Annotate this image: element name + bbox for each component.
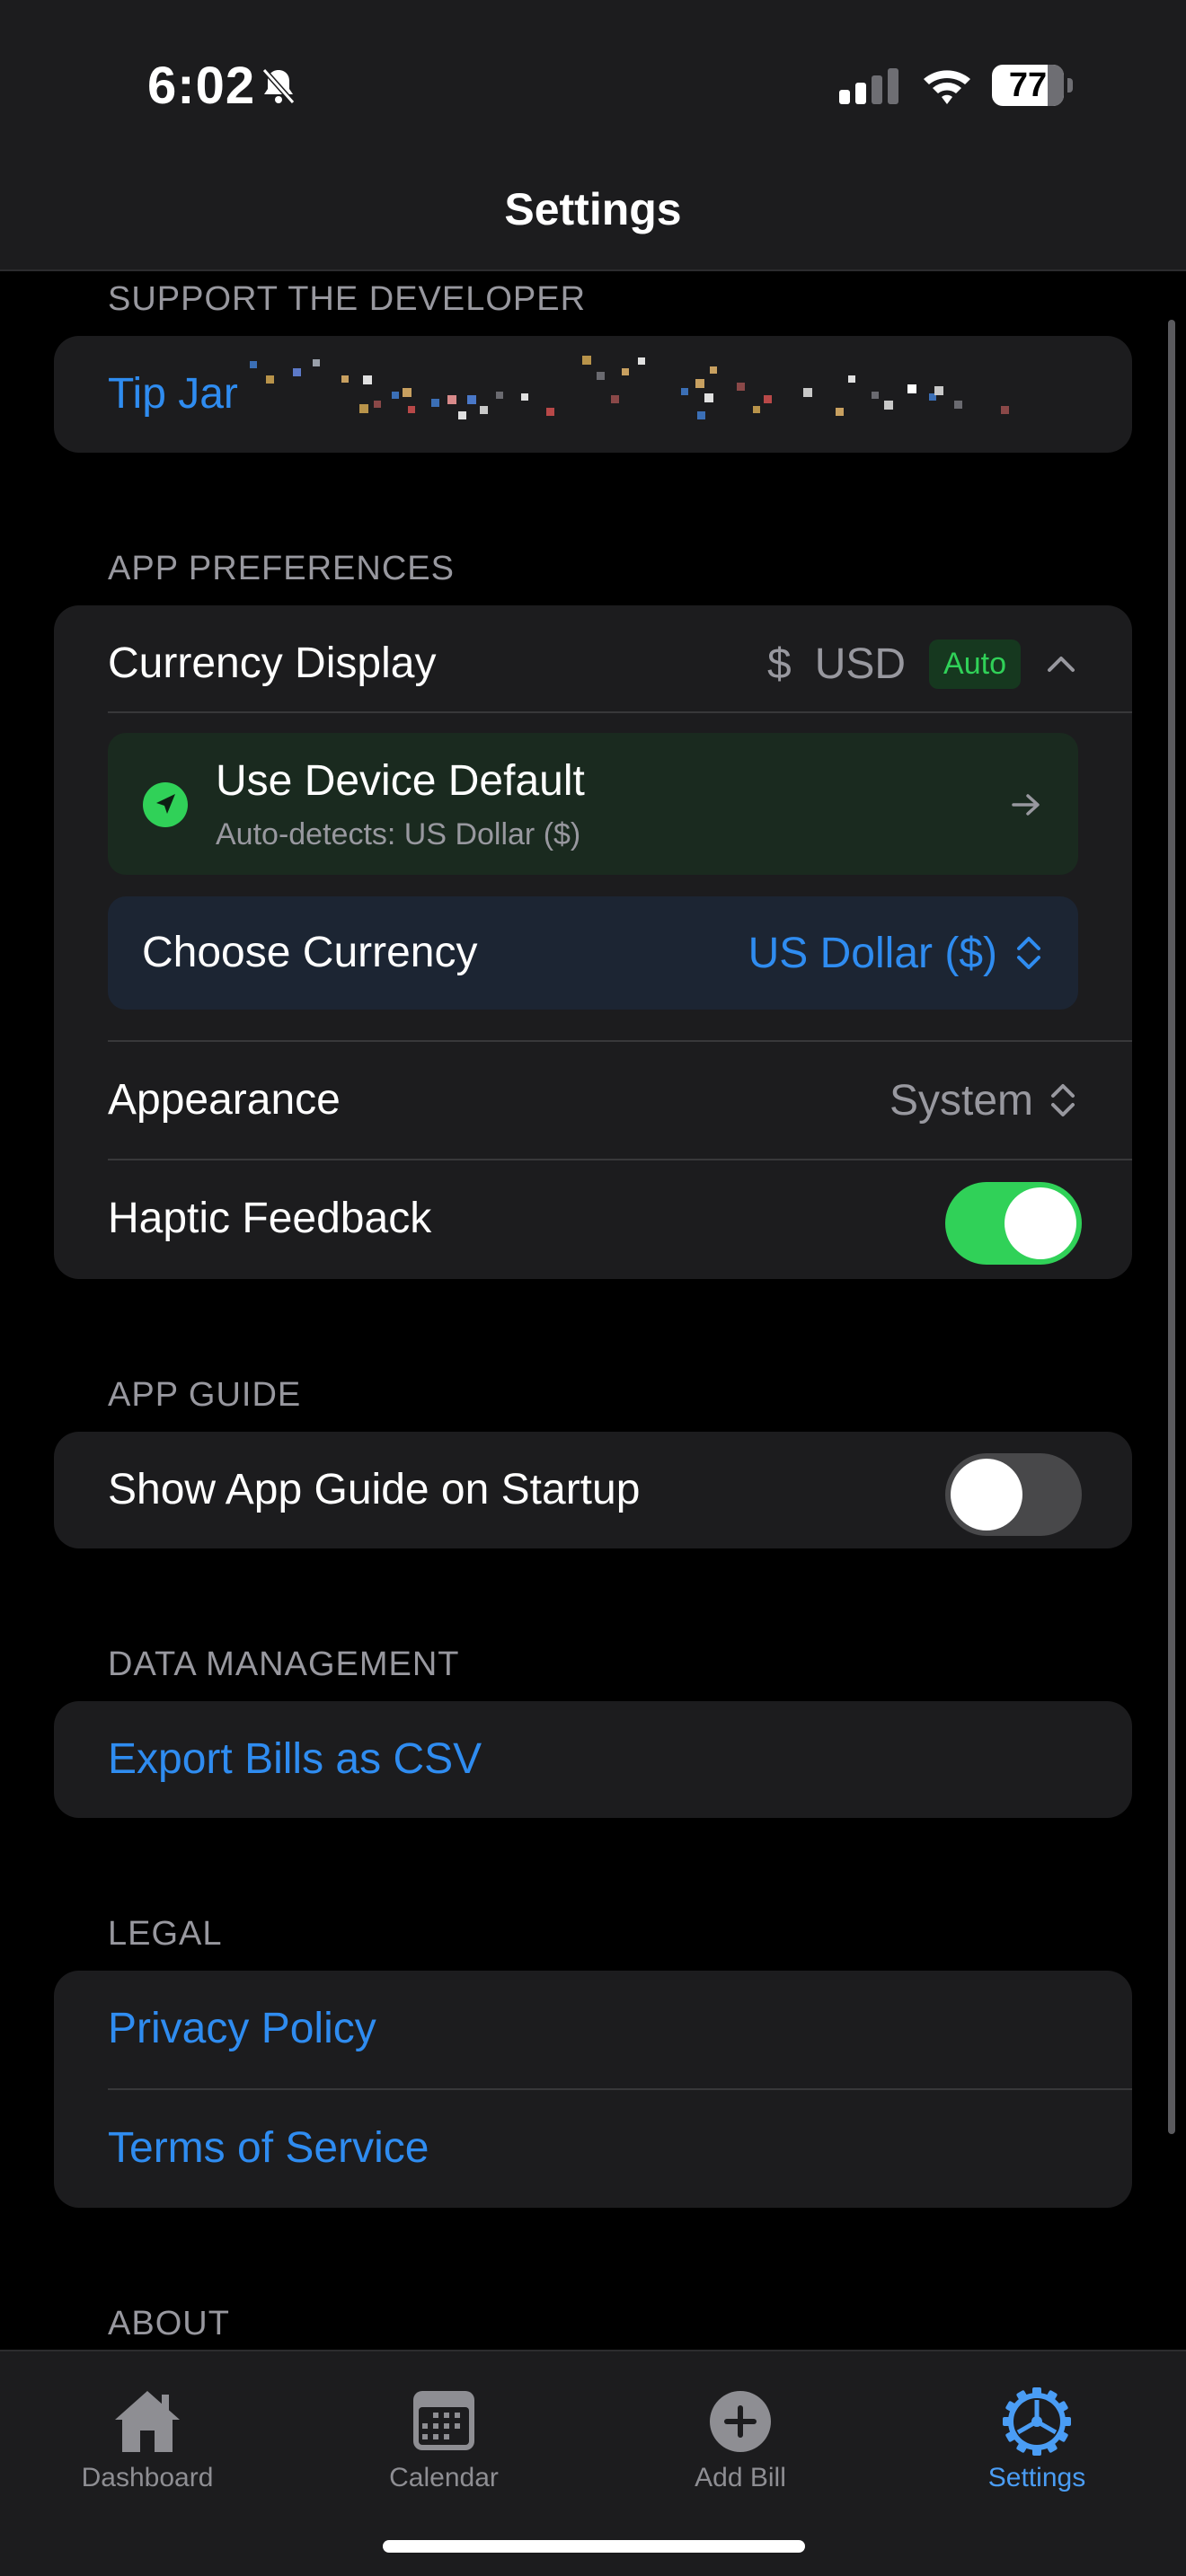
- device-default-subtitle: Auto-detects: US Dollar ($): [216, 817, 581, 851]
- legal-group: Privacy Policy Terms of Service: [54, 1971, 1132, 2208]
- support-group: Tip Jar: [54, 336, 1132, 453]
- choose-currency-label: Choose Currency: [142, 929, 478, 976]
- tip-jar-label: Tip Jar: [108, 370, 238, 418]
- preferences-group: Currency Display $ USD Auto Use Device D…: [54, 605, 1132, 1279]
- tab-settings[interactable]: Settings: [929, 2369, 1145, 2495]
- use-device-default-card[interactable]: Use Device Default Auto-detects: US Doll…: [108, 733, 1078, 875]
- guide-group: Show App Guide on Startup: [54, 1432, 1132, 1548]
- choose-currency-picker[interactable]: Choose Currency US Dollar ($): [108, 896, 1078, 1010]
- privacy-policy-label: Privacy Policy: [108, 2005, 376, 2052]
- wifi-icon: [924, 70, 970, 104]
- toggle-knob: [951, 1459, 1022, 1531]
- section-header-data: DATA MANAGEMENT: [108, 1645, 460, 1683]
- terms-of-service-row[interactable]: Terms of Service: [54, 2090, 1132, 2207]
- auto-badge: Auto: [929, 639, 1021, 689]
- separator: [108, 711, 1132, 713]
- tab-label: Add Bill: [695, 2463, 786, 2492]
- currency-code: USD: [814, 640, 907, 688]
- haptic-feedback-label: Haptic Feedback: [108, 1195, 432, 1242]
- calendar-icon: [413, 2391, 474, 2450]
- chevron-up-down-icon: [1051, 1084, 1075, 1116]
- cellular-signal-icon: [839, 68, 898, 104]
- top-bar: 6:02 77 Settings: [0, 0, 1186, 271]
- tab-label: Settings: [987, 2463, 1086, 2492]
- toggle-knob: [1005, 1187, 1076, 1259]
- terms-of-service-label: Terms of Service: [108, 2124, 429, 2172]
- show-guide-toggle[interactable]: [945, 1453, 1082, 1536]
- data-group: Export Bills as CSV: [54, 1701, 1132, 1818]
- appearance-selected: System: [889, 1076, 1033, 1125]
- gear-icon: [1003, 2387, 1071, 2456]
- show-guide-row: Show App Guide on Startup: [54, 1432, 1132, 1548]
- currency-display-row[interactable]: Currency Display $ USD Auto: [54, 605, 1132, 722]
- tab-add-bill[interactable]: Add Bill: [633, 2369, 848, 2495]
- chevron-up-down-icon: [1017, 937, 1040, 969]
- home-indicator[interactable]: [383, 2540, 805, 2553]
- haptic-feedback-toggle[interactable]: [945, 1182, 1082, 1265]
- export-csv-row[interactable]: Export Bills as CSV: [54, 1701, 1132, 1818]
- show-guide-label: Show App Guide on Startup: [108, 1466, 641, 1513]
- device-default-title: Use Device Default: [216, 757, 585, 805]
- scroll-indicator[interactable]: [1168, 320, 1175, 2134]
- plus-circle-icon: [710, 2391, 771, 2452]
- appearance-label: Appearance: [108, 1076, 341, 1124]
- section-header-guide: APP GUIDE: [108, 1376, 302, 1414]
- section-header-support: SUPPORT THE DEVELOPER: [108, 280, 587, 318]
- tab-dashboard[interactable]: Dashboard: [40, 2369, 255, 2495]
- appearance-row[interactable]: Appearance System: [54, 1042, 1132, 1159]
- currency-display-label: Currency Display: [108, 640, 437, 687]
- page-title: Settings: [504, 184, 682, 234]
- section-header-about: ABOUT: [108, 2305, 230, 2342]
- choose-currency-selected: US Dollar ($): [748, 929, 997, 977]
- tip-jar-row[interactable]: Tip Jar: [54, 336, 1132, 453]
- battery-indicator: 77: [992, 65, 1073, 106]
- currency-symbol: $: [767, 640, 792, 688]
- privacy-policy-row[interactable]: Privacy Policy: [54, 1971, 1132, 2087]
- export-csv-label: Export Bills as CSV: [108, 1735, 482, 1783]
- currency-display-value: $ USD Auto: [767, 605, 1078, 722]
- house-icon: [115, 2391, 180, 2452]
- choose-currency-value: US Dollar ($): [748, 896, 1044, 1010]
- haptic-feedback-row: Haptic Feedback: [54, 1160, 1132, 1277]
- bell-slash-icon: [261, 68, 296, 104]
- settings-screen: 6:02 77 Settings SUPPORT THE DEVELOPER T…: [0, 0, 1186, 2576]
- status-time: 6:02: [147, 57, 256, 115]
- chevron-up-icon: [1048, 657, 1075, 672]
- tab-calendar[interactable]: Calendar: [336, 2369, 552, 2495]
- arrow-right-icon: [1012, 794, 1040, 816]
- tab-label: Calendar: [389, 2463, 499, 2492]
- location-arrow-icon: [143, 782, 188, 827]
- battery-level: 77: [1008, 66, 1048, 104]
- section-header-legal: LEGAL: [108, 1915, 223, 1953]
- section-header-preferences: APP PREFERENCES: [108, 550, 455, 587]
- appearance-value: System: [890, 1042, 1078, 1159]
- tab-label: Dashboard: [81, 2463, 214, 2492]
